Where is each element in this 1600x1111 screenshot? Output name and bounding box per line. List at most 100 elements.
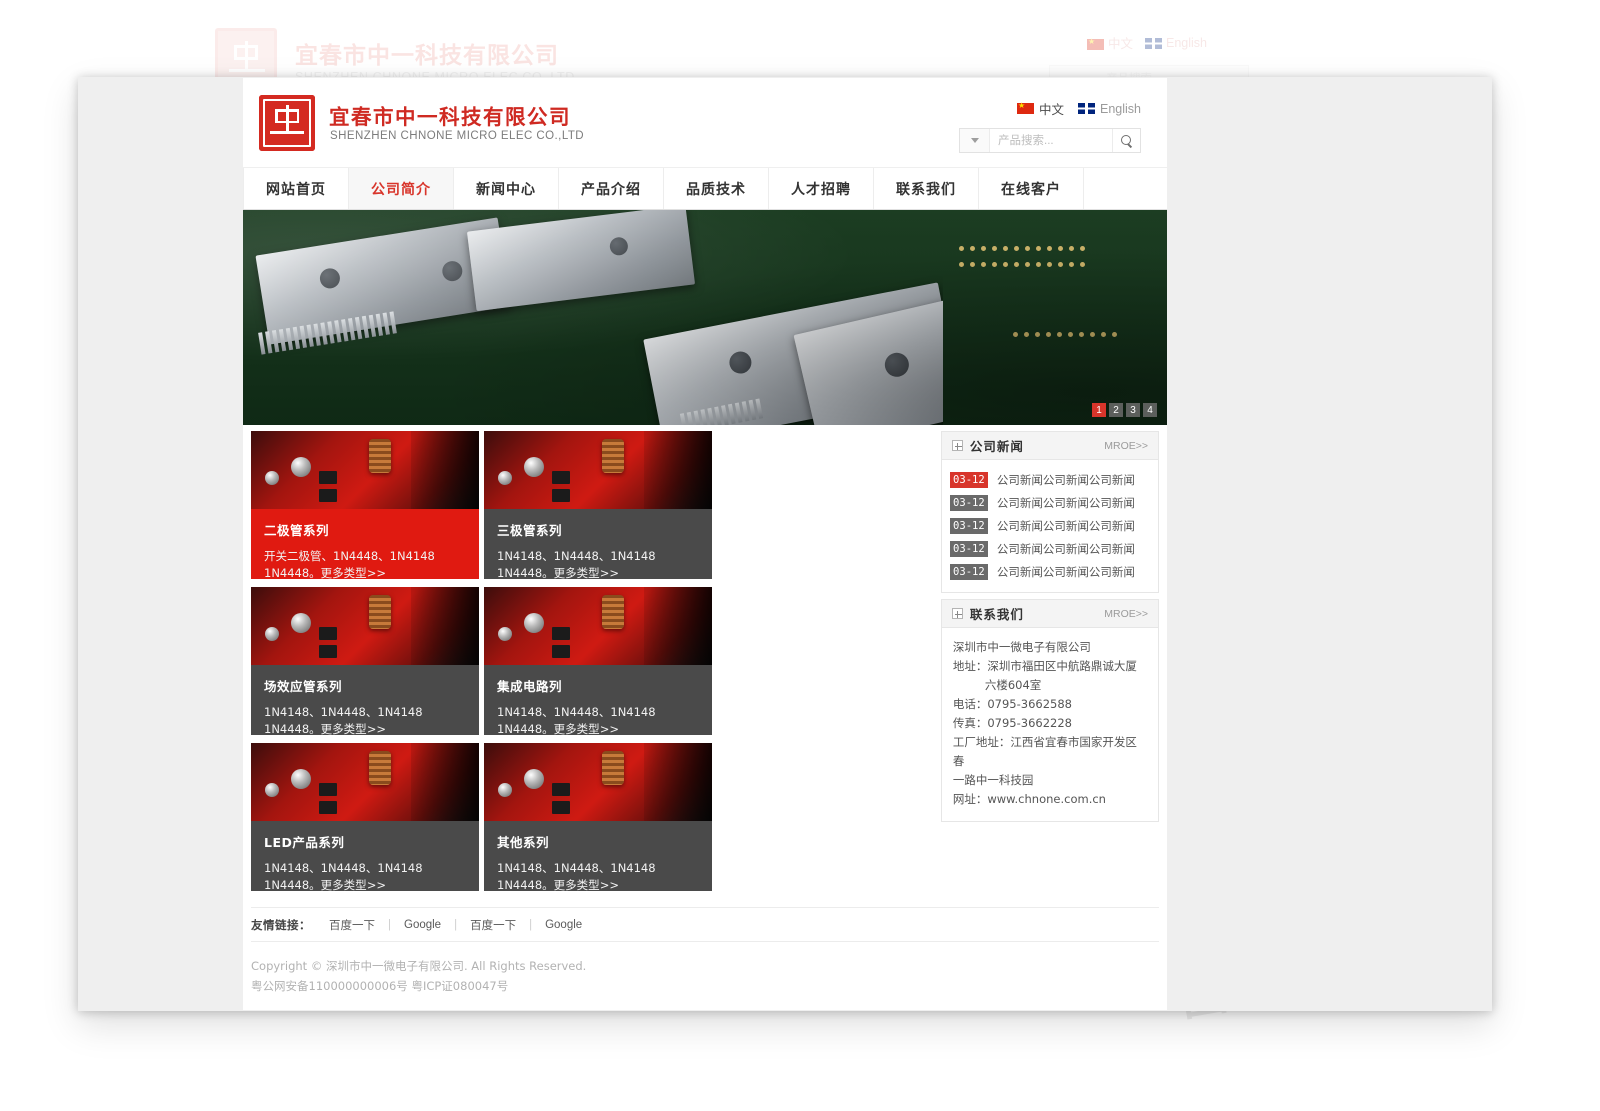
product-card-title: 三极管系列 [497,523,563,538]
nav-item-news[interactable]: 新闻中心 [454,168,559,209]
company-news-header: 公司新闻 MROE>> [941,432,1158,460]
product-card-others[interactable]: 其他系列 1N4148、1N4448、1N4148 1N4448。更多类型>> [484,743,712,891]
product-card-body: 三极管系列 1N4148、1N4448、1N4148 1N4448。更多类型>> [484,509,712,579]
plus-box-icon [951,608,963,619]
contact-company-name: 深圳市中一微电子有限公司 [952,640,1091,654]
search-submit-button[interactable] [1112,129,1140,152]
banner-page-1[interactable]: 1 [1092,403,1106,417]
contact-us-title: 联系我们 [969,607,1024,622]
product-card-image [484,743,712,821]
contact-factory-address-line2: 一路中一科技园 [952,773,1034,787]
language-option-chinese[interactable]: 中文 [1016,99,1064,118]
friendly-link-baidu-1[interactable]: 百度一下 [329,917,375,933]
product-card-more-link[interactable]: >> [367,566,386,579]
product-card-body: 场效应管系列 1N4148、1N4448、1N4148 1N4448。更多类型>… [251,665,479,735]
ghost-brand-cn: 宜春市中一科技有限公司 [295,43,559,69]
search-category-dropdown[interactable] [960,129,990,152]
language-option-english[interactable]: English [1078,102,1141,116]
nav-item-quality[interactable]: 品质技术 [664,168,769,209]
search-input[interactable] [990,129,1112,152]
product-card-more-link[interactable]: >> [367,878,386,891]
contact-details: 深圳市中一微电子有限公司 地址：深圳市福田区中航路鼎诚大厦 六楼604室 电话：… [942,628,1158,821]
product-card-led[interactable]: LED产品系列 1N4148、1N4448、1N4148 1N4448。更多类型… [251,743,479,891]
brand-name-cn: 宜春市中一科技有限公司 [329,105,571,129]
nav-item-careers[interactable]: 人才招聘 [769,168,874,209]
banner-page-3[interactable]: 3 [1126,403,1140,417]
product-card-desc-line1: 1N4148、1N4448、1N4148 [497,549,656,563]
ghost-lang-cn: 中文 [1086,33,1133,52]
product-card-title: 其他系列 [497,835,550,850]
contact-us-more-link[interactable]: MROE>> [1104,608,1148,620]
screenshot-root: 图 PHOTOPHOTO PHOTOPHOTO PHOTOPHOTO 图 图 图… [0,0,1600,1111]
language-switcher: 中文 English [1016,99,1141,118]
company-news-more-link[interactable]: MROE>> [1104,440,1148,452]
banner-image [243,210,1167,425]
product-category-grid: 二极管系列 开关二极管、1N4448、1N4148 1N4448。更多类型>> [251,431,939,899]
news-list-item[interactable]: 03-12 公司新闻公司新闻公司新闻 [949,491,1152,514]
contact-phone: 电话：0795-3662588 [952,697,1072,711]
search-bar [959,128,1141,153]
product-card-image [251,743,479,821]
product-card-image [484,431,712,509]
product-card-title: 二极管系列 [264,523,330,538]
product-card-diodes[interactable]: 二极管系列 开关二极管、1N4448、1N4148 1N4448。更多类型>> [251,431,479,579]
product-card-desc-line2: 1N4448。更多类型 [264,878,367,891]
website-root: 宜春市中一科技有限公司 SHENZHEN CHNONE MICRO ELEC C… [243,78,1167,1010]
ghost-preview-header: 宜春市中一科技有限公司 SHENZHEN CHNONE MICRO ELEC C… [207,8,1267,90]
product-card-desc-line2: 1N4448。更多类型 [497,878,600,891]
product-card-more-link[interactable]: >> [367,722,386,735]
footer-copyright: Copyright © 深圳市中一微电子有限公司. All Rights Res… [251,959,587,973]
contact-us-header: 联系我们 MROE>> [941,600,1158,628]
product-card-mosfets[interactable]: 场效应管系列 1N4148、1N4448、1N4148 1N4448。更多类型>… [251,587,479,735]
hero-banner[interactable]: 1 2 3 4 [243,210,1167,425]
footer-icp-registration: 粤公网安备110000000006号 粤ICP证080047号 [251,979,509,993]
product-card-desc-line2: 1N4448。更多类型 [264,722,367,735]
product-card-image [251,587,479,665]
news-list-item[interactable]: 03-12 公司新闻公司新闻公司新闻 [949,560,1152,583]
banner-pagination: 1 2 3 4 [1092,403,1157,417]
product-card-desc-line2: 1N4448。更多类型 [497,722,600,735]
nav-item-home[interactable]: 网站首页 [243,168,349,209]
product-card-integrated-circuits[interactable]: 集成电路列 1N4148、1N4448、1N4148 1N4448。更多类型>> [484,587,712,735]
product-card-image [484,587,712,665]
news-list-item[interactable]: 03-12 公司新闻公司新闻公司新闻 [949,537,1152,560]
banner-page-2[interactable]: 2 [1109,403,1123,417]
nav-item-products[interactable]: 产品介绍 [559,168,664,209]
friendly-link-baidu-2[interactable]: 百度一下 [470,917,516,933]
product-card-title: 场效应管系列 [264,679,343,694]
product-card-cell: 其他系列 1N4148、1N4448、1N4148 1N4448。更多类型>> [484,743,717,899]
news-list-item[interactable]: 03-12 公司新闻公司新闻公司新闻 [949,468,1152,491]
company-seal-icon[interactable] [259,95,315,151]
friendly-link-google-2[interactable]: Google [545,919,582,931]
contact-address-line1: 地址：深圳市福田区中航路鼎诚大厦 [952,659,1137,673]
nav-item-contact[interactable]: 联系我们 [874,168,979,209]
product-card-cell: 集成电路列 1N4148、1N4448、1N4148 1N4448。更多类型>> [484,587,717,743]
cn-flag-icon [1086,36,1104,51]
product-card-cell: 二极管系列 开关二极管、1N4448、1N4148 1N4448。更多类型>> [251,431,484,587]
product-card-cell: 三极管系列 1N4148、1N4448、1N4148 1N4448。更多类型>> [484,431,717,587]
language-label-chinese: 中文 [1038,103,1064,117]
uk-flag-icon [1078,103,1095,114]
product-card-desc: 1N4148、1N4448、1N4148 1N4448。更多类型>> [497,548,699,579]
link-separator: | [529,918,533,931]
contact-us-panel: 联系我们 MROE>> 深圳市中一微电子有限公司 地址：深圳市福田区中航路鼎诚大… [940,599,1159,822]
news-item-title: 公司新闻公司新闻公司新闻 [996,518,1135,533]
company-news-panel: 公司新闻 MROE>> 03-12 公司新闻公司新闻公司新闻 03-12 公司新… [940,431,1159,593]
ghost-language-bar: 中文 English [1086,33,1207,52]
product-card-title: 集成电路列 [497,679,563,694]
link-separator: | [454,918,458,931]
friendly-link-google-1[interactable]: Google [404,919,441,931]
contact-website: 网址：www.chnone.com.cn [952,792,1106,806]
product-card-more-link[interactable]: >> [600,722,619,735]
product-card-more-link[interactable]: >> [600,566,619,579]
product-card-more-link[interactable]: >> [600,878,619,891]
nav-item-about[interactable]: 公司简介 [349,168,454,209]
product-card-desc-line1: 1N4148、1N4448、1N4148 [497,705,656,719]
chevron-down-icon [970,138,979,143]
banner-page-4[interactable]: 4 [1143,403,1157,417]
nav-item-online-service[interactable]: 在线客户 [979,168,1084,209]
product-card-transistors[interactable]: 三极管系列 1N4148、1N4448、1N4148 1N4448。更多类型>> [484,431,712,579]
ghost-lang-en: English [1145,36,1207,50]
news-list-item[interactable]: 03-12 公司新闻公司新闻公司新闻 [949,514,1152,537]
contact-address-line2: 六楼604室 [984,678,1042,692]
